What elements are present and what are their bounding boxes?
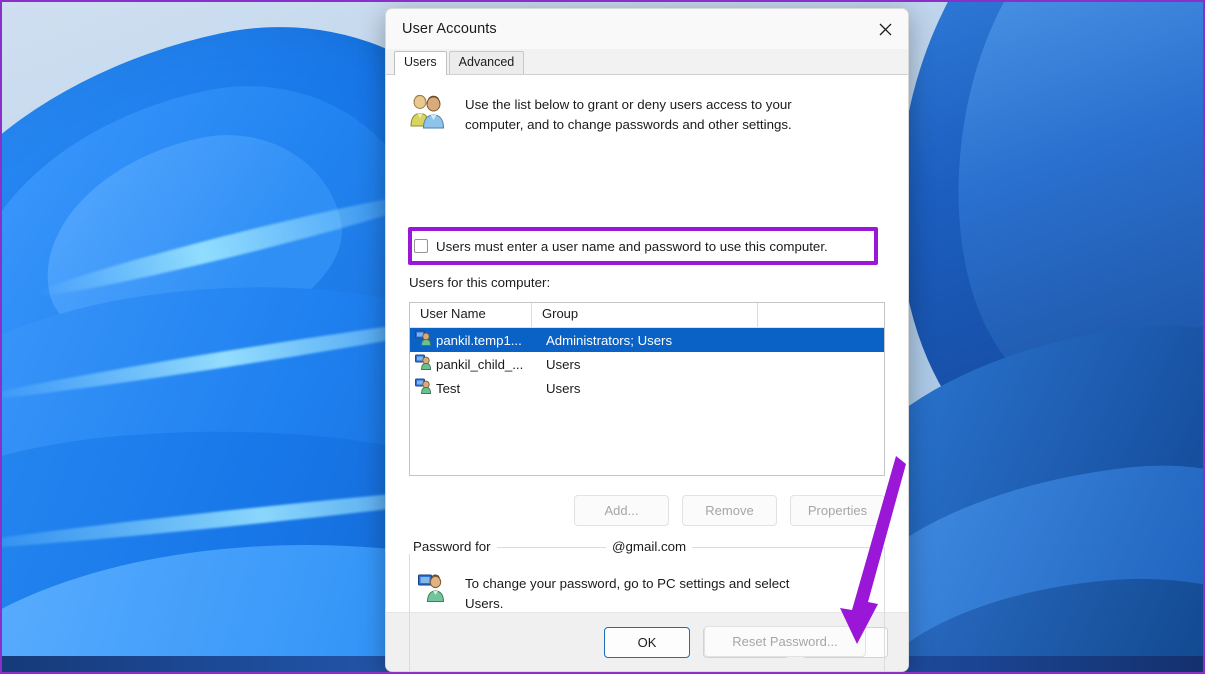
- reset-password-button[interactable]: Reset Password...: [704, 626, 866, 657]
- tab-advanced[interactable]: Advanced: [448, 51, 525, 74]
- user-accounts-dialog: User Accounts Users Advanced Use the lis…: [385, 8, 909, 672]
- user-account-icon: [415, 330, 432, 351]
- users-list-header: User Name Group: [410, 303, 884, 328]
- require-password-checkbox-row[interactable]: Users must enter a user name and passwor…: [414, 233, 828, 259]
- column-header-user-name[interactable]: User Name: [410, 303, 532, 327]
- table-row[interactable]: Test Users: [410, 376, 884, 400]
- two-users-icon: [408, 93, 448, 136]
- user-account-icon: [415, 354, 432, 375]
- tab-users[interactable]: Users: [394, 51, 447, 75]
- user-credentials-icon: [418, 572, 448, 607]
- password-info-line-1: To change your password, go to PC settin…: [465, 576, 790, 591]
- table-row[interactable]: pankil_child_... Users: [410, 352, 884, 376]
- user-group-cell: Users: [546, 380, 581, 396]
- user-group-cell: Administrators; Users: [546, 332, 673, 348]
- intro-section: Use the list below to grant or deny user…: [408, 93, 884, 136]
- require-password-checkbox[interactable]: [414, 239, 428, 253]
- intro-line-1: Use the list below to grant or deny user…: [465, 97, 792, 112]
- password-info-row: To change your password, go to PC settin…: [418, 572, 858, 614]
- password-info-line-2: Users.: [465, 596, 504, 611]
- table-row[interactable]: pankil.temp1... Administrators; Users: [410, 328, 884, 352]
- remove-button[interactable]: Remove: [682, 495, 777, 526]
- dialog-title: User Accounts: [402, 21, 497, 37]
- user-account-icon: [415, 378, 432, 399]
- screenshot-root: User Accounts Users Advanced Use the lis…: [0, 0, 1205, 674]
- user-group-cell: Users: [546, 356, 581, 372]
- user-name-cell: pankil_child_...: [436, 356, 524, 372]
- add-button[interactable]: Add...: [574, 495, 669, 526]
- users-list[interactable]: User Name Group pankil.temp1... Administ…: [409, 302, 885, 476]
- intro-text: Use the list below to grant or deny user…: [465, 95, 792, 135]
- dialog-titlebar: User Accounts: [386, 9, 908, 49]
- column-header-blank[interactable]: [758, 303, 884, 327]
- tab-strip: Users Advanced: [386, 49, 908, 75]
- list-actions: Add... Remove Properties: [409, 495, 885, 526]
- close-icon[interactable]: [862, 9, 908, 49]
- password-info-text: To change your password, go to PC settin…: [465, 574, 789, 614]
- properties-button[interactable]: Properties: [790, 495, 885, 526]
- password-account-label: @gmail.com: [606, 539, 693, 554]
- user-name-cell: Test: [436, 380, 461, 396]
- dialog-content: Use the list below to grant or deny user…: [386, 75, 908, 671]
- user-name-cell: pankil.temp1...: [436, 332, 522, 348]
- intro-line-2: computer, and to change passwords and ot…: [465, 117, 792, 132]
- users-list-label: Users for this computer:: [409, 275, 551, 290]
- password-groupbox-legend: Password for: [409, 539, 497, 554]
- require-password-label: Users must enter a user name and passwor…: [436, 238, 828, 254]
- column-header-group[interactable]: Group: [532, 303, 758, 327]
